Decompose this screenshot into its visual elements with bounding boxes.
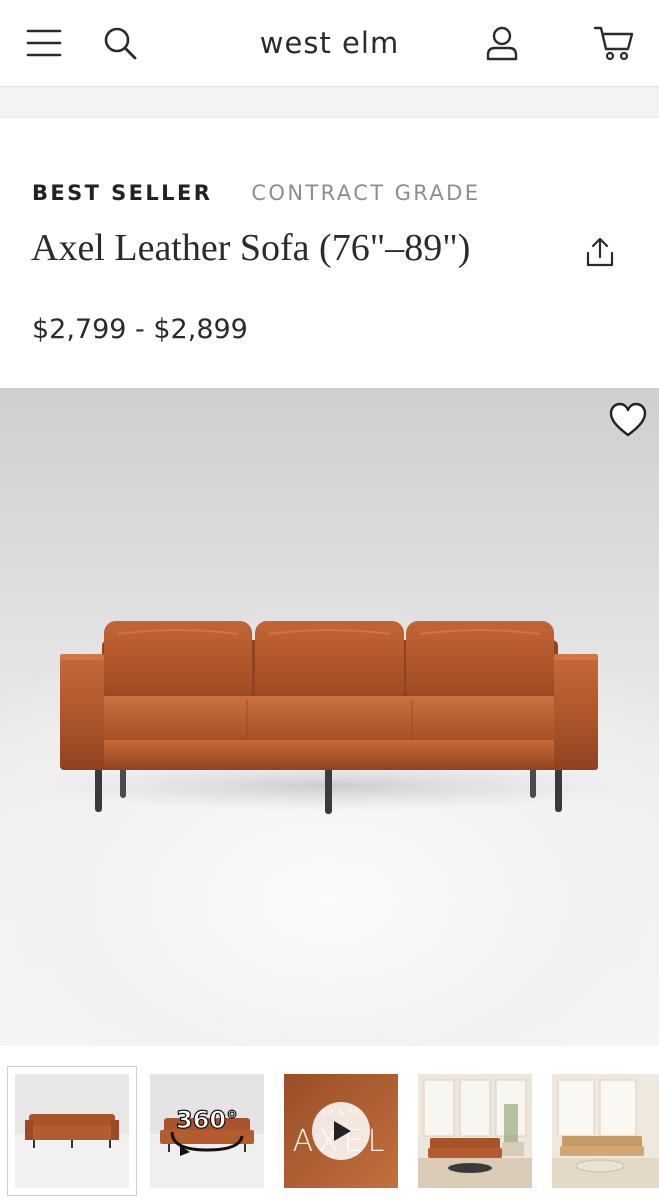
share-icon <box>586 237 614 267</box>
sofa-image <box>30 621 630 814</box>
product-hero-image[interactable] <box>0 388 659 1046</box>
product-title: Axel Leather Sofa (76"–89") <box>31 227 471 269</box>
thumbnail-5[interactable] <box>552 1074 659 1188</box>
360-label: 360° <box>175 1105 239 1134</box>
product-price: $2,799 - $2,899 <box>32 314 248 345</box>
thumbnail-1[interactable] <box>7 1066 137 1196</box>
menu-button[interactable] <box>23 22 65 64</box>
thumbnail-4-image <box>418 1074 532 1188</box>
brand-logo[interactable]: west elm <box>260 26 399 60</box>
thumbnail-1-image <box>15 1074 129 1188</box>
heart-icon <box>609 402 647 437</box>
thumbnail-5-image <box>552 1074 659 1188</box>
thumbnail-2-360-view[interactable]: 360° <box>150 1074 264 1188</box>
thumbnail-3-video[interactable]: sit & fit AXEL <box>284 1074 398 1188</box>
share-button[interactable] <box>578 232 622 272</box>
product-badges: BEST SELLER CONTRACT GRADE <box>32 181 480 205</box>
promo-banner-strip <box>0 87 659 118</box>
thumbnail-4[interactable] <box>418 1074 532 1188</box>
wishlist-button[interactable] <box>604 398 652 442</box>
thumbnail-carousel: 360° sit & fit AXEL <box>0 1046 659 1200</box>
best-seller-badge: BEST SELLER <box>32 181 213 205</box>
play-button[interactable] <box>312 1102 370 1160</box>
top-nav-bar: west elm <box>0 0 659 87</box>
menu-icon <box>26 29 62 57</box>
search-icon <box>104 27 137 60</box>
play-icon <box>334 1121 351 1141</box>
account-button[interactable] <box>481 22 523 64</box>
search-button[interactable] <box>99 22 141 64</box>
cart-button[interactable] <box>593 22 635 64</box>
cart-icon <box>593 26 634 61</box>
account-icon <box>486 26 518 61</box>
contract-grade-badge: CONTRACT GRADE <box>251 181 481 205</box>
